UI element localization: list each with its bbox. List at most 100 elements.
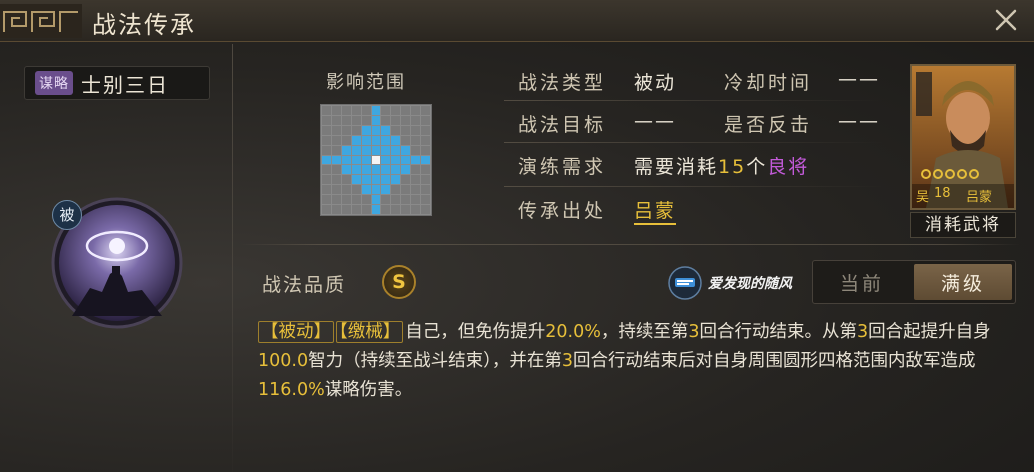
range-cell xyxy=(391,155,401,165)
range-cell xyxy=(381,155,391,165)
range-cell xyxy=(322,106,331,115)
counter-value: —— xyxy=(838,110,880,132)
skill-icon[interactable]: 被 xyxy=(50,196,184,330)
desc-seg: 回合起提升自身 xyxy=(868,322,991,342)
range-cell xyxy=(331,106,341,115)
range-cell xyxy=(421,205,430,214)
range-cell xyxy=(401,205,411,214)
target-label: 战法目标 xyxy=(518,114,607,136)
desc-seg: 智力（持续至战斗结束），并在第 xyxy=(308,351,562,371)
skill-type-badge: 谋略 xyxy=(35,71,73,95)
range-cell xyxy=(401,185,411,195)
tab-current[interactable]: 当前 xyxy=(813,261,911,303)
range-cell xyxy=(331,195,341,205)
range-cell xyxy=(391,106,401,115)
range-cell xyxy=(371,205,381,214)
range-cell xyxy=(341,115,351,125)
range-cell xyxy=(371,115,381,125)
range-cell xyxy=(421,165,430,175)
general-level: 18 xyxy=(934,186,951,201)
range-cell xyxy=(421,145,430,155)
general-card[interactable]: 吴 18 吕蒙 xyxy=(910,64,1016,210)
range-cell xyxy=(421,195,430,205)
range-cell xyxy=(371,145,381,155)
range-cell xyxy=(361,135,371,145)
range-cell xyxy=(361,185,371,195)
range-cell xyxy=(331,145,341,155)
train-prefix: 需要消耗 xyxy=(634,156,719,178)
range-cell xyxy=(421,115,430,125)
passive-badge: 被 xyxy=(52,200,82,230)
range-cell xyxy=(411,125,421,135)
range-cell xyxy=(322,175,331,185)
range-cell xyxy=(411,205,421,214)
range-cell xyxy=(421,125,430,135)
range-cell xyxy=(411,155,421,165)
range-cell xyxy=(411,115,421,125)
source-general-link[interactable]: 吕蒙 xyxy=(634,200,677,225)
passive-tag: 【被动】 xyxy=(258,321,334,343)
range-cell xyxy=(341,135,351,145)
range-cell xyxy=(391,205,401,214)
desc-value: 3 xyxy=(688,322,700,342)
range-cell xyxy=(361,175,371,185)
consume-general-caption: 消耗武将 xyxy=(910,212,1016,238)
range-cell xyxy=(381,165,391,175)
watermark-logo-icon xyxy=(668,266,702,300)
range-cell xyxy=(421,106,430,115)
range-cell xyxy=(351,205,361,214)
train-item: 良将 xyxy=(767,156,810,178)
range-cell xyxy=(391,175,401,185)
cooldown-value: —— xyxy=(838,68,880,90)
general-name: 吕蒙 xyxy=(966,190,993,205)
column-divider xyxy=(232,44,233,472)
range-cell xyxy=(381,175,391,185)
range-cell xyxy=(361,195,371,205)
range-cell xyxy=(421,155,430,165)
range-cell xyxy=(371,185,381,195)
range-cell xyxy=(322,135,331,145)
desc-value: 100.0 xyxy=(258,351,309,371)
row-divider xyxy=(504,186,884,187)
quality-label: 战法品质 xyxy=(262,274,347,296)
range-cell xyxy=(391,145,401,155)
range-cell xyxy=(341,175,351,185)
range-cell xyxy=(351,175,361,185)
desc-seg: 谋略伤害。 xyxy=(324,380,413,400)
range-cell xyxy=(381,115,391,125)
range-cell xyxy=(361,115,371,125)
range-cell xyxy=(371,106,381,115)
range-cell xyxy=(341,155,351,165)
desc-seg: 自己，但免伤提升 xyxy=(405,322,546,342)
range-cell xyxy=(411,165,421,175)
range-cell xyxy=(341,195,351,205)
watermark-text: 爱发现的随风 xyxy=(708,276,792,292)
range-cell xyxy=(391,125,401,135)
range-cell xyxy=(401,155,411,165)
page-title: 战法传承 xyxy=(92,11,196,39)
desc-value: 116.0% xyxy=(258,380,325,400)
range-cell xyxy=(401,125,411,135)
range-cell xyxy=(401,135,411,145)
range-cell xyxy=(351,115,361,125)
range-cell xyxy=(371,165,381,175)
range-cell xyxy=(381,135,391,145)
range-cell xyxy=(391,165,401,175)
source-value: 吕蒙 xyxy=(634,196,677,225)
range-cell xyxy=(401,145,411,155)
range-cell xyxy=(331,115,341,125)
general-faction: 吴 xyxy=(916,190,930,205)
range-cell xyxy=(411,195,421,205)
range-cell xyxy=(341,205,351,214)
close-icon[interactable] xyxy=(992,6,1020,34)
range-cell xyxy=(351,106,361,115)
range-cell xyxy=(421,135,430,145)
range-cell xyxy=(351,185,361,195)
range-cell xyxy=(351,155,361,165)
desc-value: 3 xyxy=(561,351,573,371)
range-cell xyxy=(322,165,331,175)
range-cell xyxy=(322,115,331,125)
range-cell xyxy=(401,106,411,115)
target-value: —— xyxy=(634,110,676,132)
tab-max-level[interactable]: 满级 xyxy=(914,264,1012,300)
